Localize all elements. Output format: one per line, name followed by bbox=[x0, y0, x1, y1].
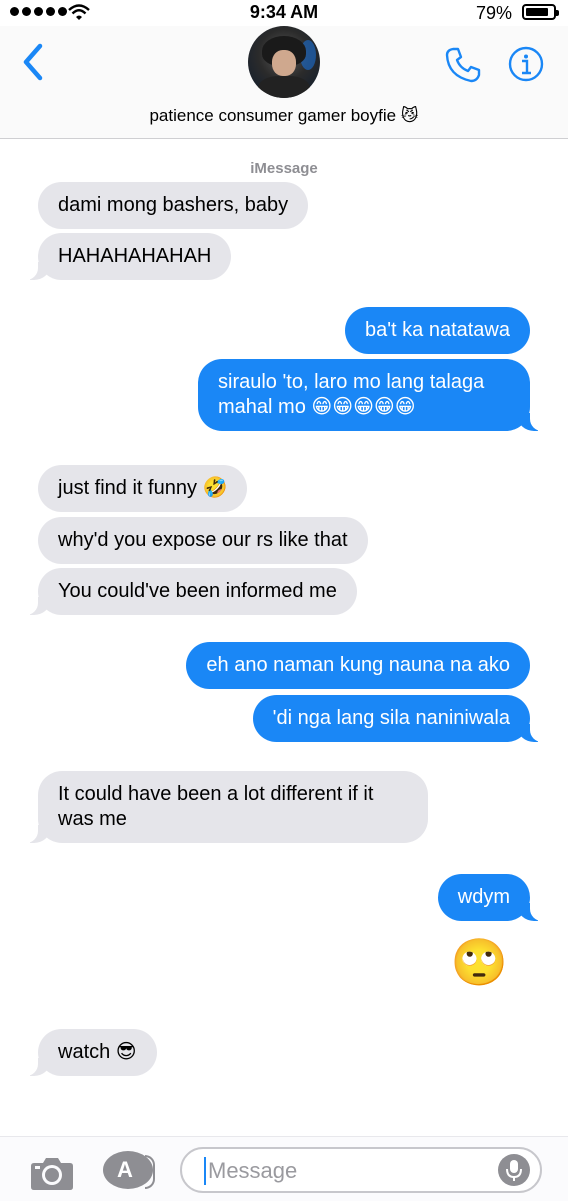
conversation-header: patience consumer gamer boyfie 😼 bbox=[0, 26, 568, 139]
outgoing-message[interactable]: siraulo 'to, laro mo lang talaga mahal m… bbox=[198, 359, 542, 431]
message-input-field[interactable] bbox=[180, 1147, 542, 1193]
back-chevron-icon[interactable] bbox=[18, 42, 48, 82]
outgoing-message[interactable]: wdym bbox=[437, 874, 543, 921]
incoming-message[interactable]: It could have been a lot different if it… bbox=[26, 771, 428, 843]
contact-name[interactable]: patience consumer gamer boyfie 😼 bbox=[0, 106, 568, 126]
outgoing-message[interactable]: eh ano naman kung nauna na ako bbox=[186, 642, 530, 689]
app-store-icon[interactable]: A bbox=[103, 1151, 155, 1189]
incoming-message[interactable]: just find it funny 🤣 bbox=[38, 465, 248, 512]
incoming-message[interactable]: dami mong bashers, baby bbox=[38, 182, 309, 229]
phone-icon[interactable] bbox=[444, 46, 482, 84]
camera-icon[interactable] bbox=[30, 1155, 74, 1191]
incoming-message[interactable]: watch 😎 bbox=[26, 1029, 157, 1076]
info-icon[interactable] bbox=[508, 46, 544, 82]
battery-icon bbox=[522, 4, 559, 20]
compose-bar: A bbox=[0, 1136, 568, 1201]
outgoing-message[interactable]: ba't ka natatawa bbox=[344, 307, 530, 354]
outgoing-message[interactable]: 'di nga lang sila naniniwala bbox=[252, 695, 543, 742]
incoming-message[interactable]: HAHAHAHAHAH bbox=[25, 233, 232, 280]
incoming-message[interactable]: why'd you expose our rs like that bbox=[38, 517, 368, 564]
microphone-icon[interactable] bbox=[498, 1154, 530, 1186]
incoming-message[interactable]: You could've been informed me bbox=[26, 568, 357, 615]
battery-percent: 79% bbox=[475, 3, 512, 23]
status-bar: 9:34 AM 79% bbox=[0, 0, 568, 26]
service-label: iMessage bbox=[250, 160, 318, 177]
message-input[interactable] bbox=[206, 1155, 490, 1187]
emoji-message[interactable]: 🙄 bbox=[451, 937, 508, 987]
contact-avatar[interactable] bbox=[248, 26, 320, 98]
